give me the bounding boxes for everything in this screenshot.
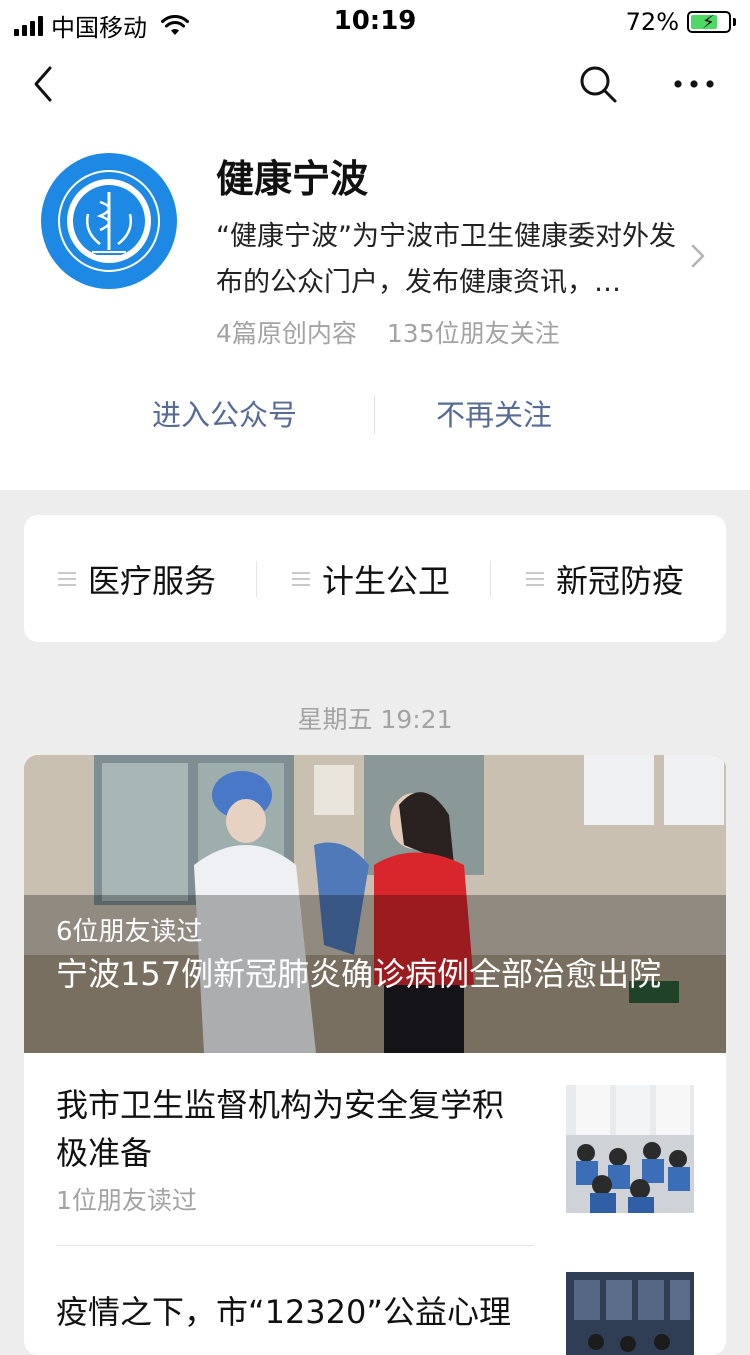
menu-divider [256, 561, 257, 597]
account-logo[interactable] [40, 152, 178, 290]
menu-divider [490, 561, 491, 597]
article-thumbnail [566, 1085, 694, 1213]
menu-item-label: 医疗服务 [88, 561, 217, 600]
menu-item-covid[interactable]: 新冠防疫 [526, 515, 684, 642]
chevron-right-icon[interactable] [688, 242, 708, 270]
article-item[interactable]: 疫情之下，市“12320”公益心理 [24, 1246, 726, 1355]
status-right: 72% ⚡ [626, 8, 736, 36]
battery-percent: 72% [625, 8, 679, 36]
menu-item-label: 计生公卫 [322, 561, 451, 600]
enter-account-button[interactable]: 进入公众号 [152, 392, 297, 434]
account-stats: 4篇原创内容 135位朋友关注 [216, 314, 560, 350]
article-title: 我市卫生监督机构为安全复学积极准备 [56, 1086, 505, 1172]
menu-item-medical[interactable]: 医疗服务 [58, 515, 216, 642]
follower-count: 135位朋友关注 [386, 319, 560, 348]
back-icon[interactable] [28, 64, 64, 104]
account-actions: 进入公众号 不再关注 [0, 392, 750, 438]
original-count: 4篇原创内容 [216, 319, 357, 348]
account-menu: 医疗服务 计生公卫 新冠防疫 [24, 515, 726, 642]
article-card: 6位朋友读过 宁波157例新冠肺炎确诊病例全部治愈出院 我市卫生监督机构为安全复… [24, 755, 726, 1355]
account-description[interactable]: “健康宁波”为宁波市卫生健康委对外发布的公众门户，发布健康资讯，… [216, 214, 686, 306]
cover-title: 宁波157例新冠肺炎确诊病例全部治愈出院 [56, 955, 662, 993]
menu-item-public-health[interactable]: 计生公卫 [292, 515, 450, 642]
cover-article[interactable]: 6位朋友读过 宁波157例新冠肺炎确诊病例全部治愈出院 [24, 755, 726, 1053]
cover-read-count: 6位朋友读过 [56, 917, 203, 947]
cover-image [24, 755, 726, 1053]
battery-tip [733, 18, 736, 26]
unfollow-button[interactable]: 不再关注 [436, 392, 552, 434]
menu-item-label: 新冠防疫 [556, 561, 685, 600]
menu-list-icon [526, 571, 544, 586]
action-divider [374, 396, 375, 434]
message-timestamp: 星期五 19:21 [297, 705, 453, 734]
article-read-count: 1位朋友读过 [56, 1186, 197, 1215]
search-icon[interactable] [578, 64, 618, 104]
menu-list-icon [292, 571, 310, 586]
more-icon[interactable] [672, 72, 716, 96]
status-bar: 中国移动 10:19 72% ⚡ [0, 0, 750, 42]
account-name: 健康宁波 [216, 157, 369, 201]
battery-icon: ⚡ [687, 11, 731, 33]
account-profile: 健康宁波 “健康宁波”为宁波市卫生健康委对外发布的公众门户，发布健康资讯，… 4… [0, 42, 750, 490]
article-thumbnail [566, 1272, 694, 1355]
article-item[interactable]: 我市卫生监督机构为安全复学积极准备 1位朋友读过 [24, 1053, 726, 1246]
article-title: 疫情之下，市“12320”公益心理 [56, 1293, 511, 1331]
menu-list-icon [58, 571, 76, 586]
